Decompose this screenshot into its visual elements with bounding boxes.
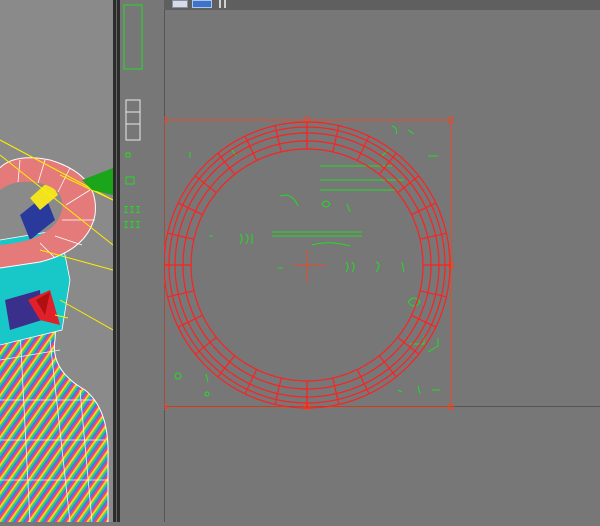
uv-editor-svg (161, 117, 454, 410)
splitter-highlight (116, 0, 117, 522)
active-view-icon[interactable] (192, 0, 212, 8)
bars-icon[interactable] (218, 0, 230, 8)
uv-side-strip: III III (120, 0, 164, 522)
grid-view-icon[interactable] (172, 0, 188, 8)
perspective-viewport[interactable] (0, 0, 113, 522)
svg-text:III: III (123, 205, 141, 216)
svg-text:III: III (123, 220, 141, 231)
vase-wireframe-model (0, 139, 113, 522)
selection-handles (161, 117, 454, 410)
viewport-toolbar: ↓ (120, 0, 600, 10)
pivot-crosshair (294, 250, 326, 282)
uv-editor-canvas[interactable] (161, 10, 600, 522)
